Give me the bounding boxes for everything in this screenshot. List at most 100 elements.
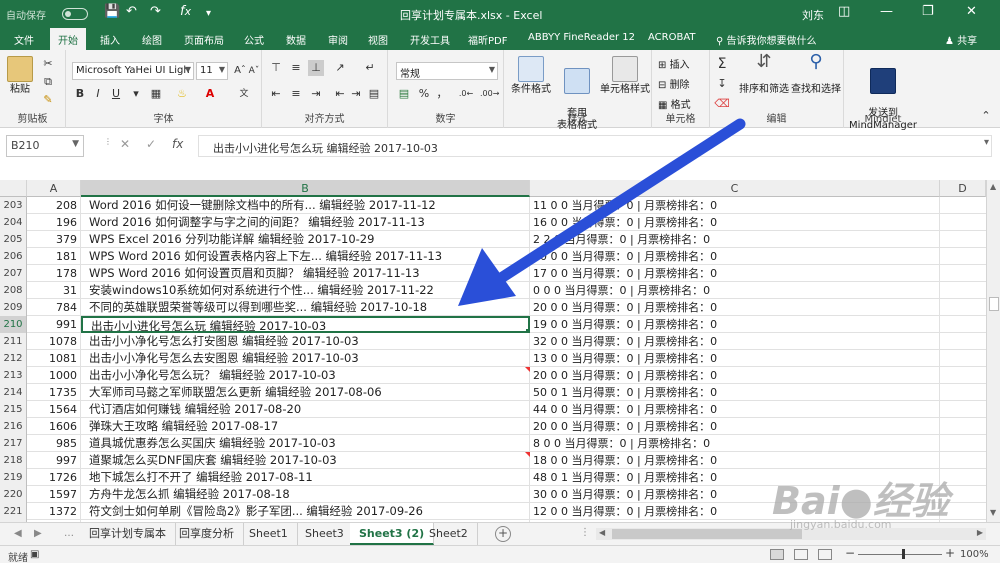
minimize-icon[interactable]: —	[880, 4, 893, 19]
cell-c[interactable]: 20 0 0 当月得票：0 | 月票榜排名：0	[530, 299, 940, 316]
cell-a[interactable]: 1735	[27, 384, 81, 401]
column-header-b[interactable]: B	[81, 180, 530, 197]
cell-b[interactable]: 代订酒店如何赚钱 编辑经验 2017-08-20	[81, 401, 530, 418]
chevron-down-icon[interactable]: ▾	[128, 86, 144, 102]
name-box[interactable]: B210 ▼	[6, 135, 84, 157]
format-painter-icon[interactable]: ✎	[40, 92, 56, 108]
row-header[interactable]: 217	[0, 435, 27, 452]
align-middle-icon[interactable]: ≡	[288, 60, 304, 76]
cell-a[interactable]: 1726	[27, 469, 81, 486]
zoom-slider-knob[interactable]	[902, 549, 905, 559]
currency-icon[interactable]: ▤	[396, 86, 412, 102]
decrease-decimal-icon[interactable]: .00→	[480, 86, 499, 102]
tab-data[interactable]: 数据	[286, 32, 306, 47]
tab-review[interactable]: 审阅	[328, 32, 348, 47]
zoom-level[interactable]: 100%	[960, 549, 989, 560]
increase-decimal-icon[interactable]: .0←	[458, 86, 474, 102]
fx-icon[interactable]: fx	[180, 4, 191, 19]
cell-b[interactable]: WPS Word 2016 如何设置表格内容上下左... 编辑经验 2017-1…	[81, 248, 530, 265]
row-header[interactable]: 207	[0, 265, 27, 282]
cut-icon[interactable]: ✂	[40, 56, 56, 72]
find-select-button[interactable]: ⚲ 查找和选择	[790, 53, 842, 96]
tab-file[interactable]: 文件	[14, 32, 34, 47]
cell-c[interactable]: 20 0 0 当月得票：0 | 月票榜排名：0	[530, 367, 940, 384]
merge-center-icon[interactable]: ▤	[366, 86, 382, 102]
conditional-format-button[interactable]: 条件格式	[508, 56, 554, 96]
scroll-right-icon[interactable]: ▶	[977, 528, 983, 537]
number-format-select[interactable]: 常规 ▼	[396, 62, 498, 80]
cell-b[interactable]: 出击小小净化号怎么打安图恩 编辑经验 2017-10-03	[81, 333, 530, 350]
cell-d[interactable]	[940, 452, 986, 469]
row-header[interactable]: 209	[0, 299, 27, 316]
cell-d[interactable]	[940, 384, 986, 401]
cell-a[interactable]: 208	[27, 197, 81, 214]
tab-draw[interactable]: 绘图	[142, 32, 162, 47]
cell-a[interactable]: 31	[27, 282, 81, 299]
font-name-select[interactable]: Microsoft YaHei UI Ligh ▼	[72, 62, 194, 80]
sheet-tab-3[interactable]: Sheet3	[296, 523, 354, 545]
cell-b[interactable]: 弹珠大王攻略 编辑经验 2017-08-17	[81, 418, 530, 435]
cell-styles-button[interactable]: 单元格样式	[600, 56, 650, 96]
row-header[interactable]: 203	[0, 197, 27, 214]
row-header[interactable]: 205	[0, 231, 27, 248]
cell-a[interactable]: 178	[27, 265, 81, 282]
align-top-icon[interactable]: ⊤	[268, 60, 284, 76]
scroll-down-icon[interactable]: ▼	[990, 508, 996, 517]
row-header[interactable]: 210	[0, 316, 27, 333]
underline-button[interactable]: U	[108, 86, 124, 102]
align-left-icon[interactable]: ⇤	[268, 86, 284, 102]
cell-b[interactable]: 符文剑士如何单刷《冒险岛2》影子军团... 编辑经验 2017-09-26	[81, 503, 530, 520]
vertical-scroll-thumb[interactable]	[989, 297, 999, 311]
decrease-indent-icon[interactable]: ⇤	[332, 86, 348, 102]
sheet-tab-0[interactable]: 回享计划专属本	[80, 523, 176, 545]
cell-d[interactable]	[940, 282, 986, 299]
cell-a[interactable]: 991	[27, 316, 81, 333]
cell-b[interactable]: 出击小小净化号怎么玩？ 编辑经验 2017-10-03	[81, 367, 530, 384]
expand-formula-icon[interactable]: ▾	[984, 137, 989, 148]
page-layout-view-icon[interactable]	[794, 549, 808, 560]
collapse-ribbon-icon[interactable]: ⌃	[978, 108, 994, 124]
more-sheets-icon[interactable]: …	[64, 528, 74, 539]
cell-c[interactable]: 44 0 0 当月得票：0 | 月票榜排名：0	[530, 401, 940, 418]
phonetic-icon[interactable]: 文	[236, 86, 252, 102]
cell-b[interactable]: 大军师司马懿之军师联盟怎么更新 编辑经验 2017-08-06	[81, 384, 530, 401]
tab-developer[interactable]: 开发工具	[410, 32, 450, 47]
cell-d[interactable]	[940, 350, 986, 367]
redo-icon[interactable]: ↷	[150, 4, 161, 19]
autosum-icon[interactable]: Σ	[714, 56, 730, 72]
align-bottom-icon[interactable]: ⊥	[308, 60, 324, 76]
cell-a[interactable]: 985	[27, 435, 81, 452]
sheet-tab-2[interactable]: Sheet1	[240, 523, 298, 545]
shrink-font-icon[interactable]: Aˇ	[246, 63, 262, 79]
column-header-c[interactable]: C	[530, 180, 940, 197]
cell-b[interactable]: 道具城优惠券怎么买国庆 编辑经验 2017-10-03	[81, 435, 530, 452]
cell-a[interactable]: 784	[27, 299, 81, 316]
formula-input[interactable]: 出击小小进化号怎么玩 编辑经验 2017-10-03	[198, 135, 992, 157]
align-right-icon[interactable]: ⇥	[308, 86, 324, 102]
percent-button[interactable]: %	[416, 86, 432, 102]
cell-b[interactable]: 方舟牛龙怎么抓 编辑经验 2017-08-18	[81, 486, 530, 503]
page-break-view-icon[interactable]	[818, 549, 832, 560]
cell-d[interactable]	[940, 299, 986, 316]
enter-icon[interactable]: ✓	[146, 137, 156, 151]
ribbon-display-icon[interactable]: ◫	[838, 4, 850, 19]
insert-button[interactable]: ⊞ 插入	[658, 56, 690, 71]
cell-c[interactable]: 10 0 0 当月得票：0 | 月票榜排名：0	[530, 248, 940, 265]
cell-b[interactable]: 不同的英雄联盟荣誉等级可以得到哪些奖... 编辑经验 2017-10-18	[81, 299, 530, 316]
macro-record-icon[interactable]: ▣	[30, 549, 44, 560]
row-header[interactable]: 216	[0, 418, 27, 435]
tab-abbyy[interactable]: ABBYY FineReader 12	[528, 32, 635, 43]
row-header[interactable]: 220	[0, 486, 27, 503]
cell-a[interactable]: 1564	[27, 401, 81, 418]
cell-c[interactable]: 2 2 0 当月得票：0 | 月票榜排名：0	[530, 231, 940, 248]
cell-a[interactable]: 196	[27, 214, 81, 231]
tell-me-search[interactable]: ⚲ 告诉我你想要做什么	[716, 32, 817, 47]
cell-d[interactable]	[940, 316, 986, 333]
cell-b[interactable]: 出击小小进化号怎么玩 编辑经验 2017-10-03	[81, 316, 530, 333]
fill-icon[interactable]: ↧	[714, 76, 730, 92]
cell-d[interactable]	[940, 265, 986, 282]
italic-button[interactable]: I	[90, 86, 106, 102]
font-color-icon[interactable]: A	[202, 86, 218, 102]
zoom-out-icon[interactable]: −	[845, 546, 855, 560]
tab-insert[interactable]: 插入	[100, 32, 120, 47]
